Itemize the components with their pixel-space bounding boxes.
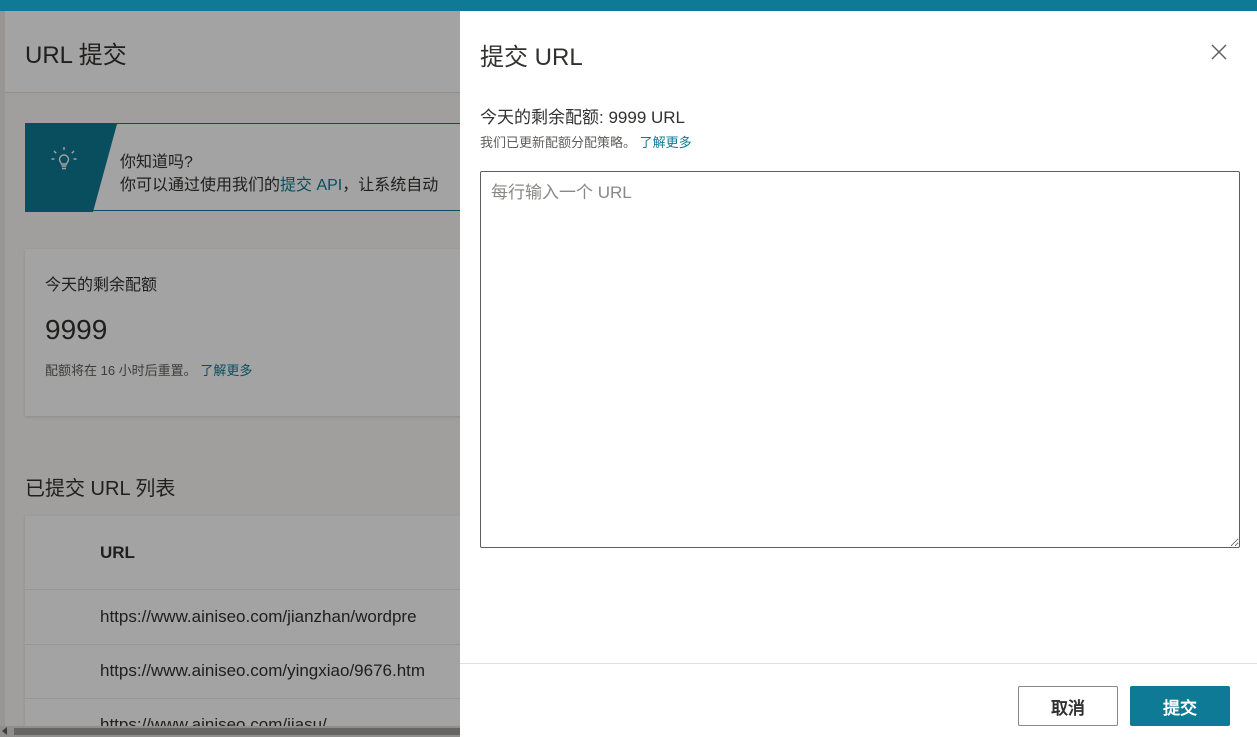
- panel-quota-unit: URL: [646, 108, 686, 127]
- panel-footer: 取消 提交: [460, 663, 1257, 737]
- submit-url-panel: 提交 URL 今天的剩余配额: 9999 URL 我们已更新配额分配策略。 了解…: [460, 11, 1257, 737]
- url-input[interactable]: [480, 171, 1240, 548]
- panel-title: 提交 URL: [480, 44, 583, 71]
- cancel-button[interactable]: 取消: [1018, 686, 1118, 726]
- submit-button[interactable]: 提交: [1130, 686, 1230, 726]
- close-button[interactable]: [1204, 37, 1234, 67]
- panel-note: 我们已更新配额分配策略。 了解更多: [480, 132, 692, 151]
- policy-update-note: 我们已更新配额分配策略。: [480, 135, 637, 150]
- panel-quota-label: 今天的剩余配额:: [480, 108, 609, 127]
- close-icon: [1211, 44, 1227, 60]
- panel-learn-more-link[interactable]: 了解更多: [640, 135, 692, 150]
- panel-quota-value: 9999: [608, 108, 647, 127]
- top-accent-bar: [0, 0, 1257, 11]
- panel-quota-line: 今天的剩余配额: 9999 URL: [480, 103, 685, 128]
